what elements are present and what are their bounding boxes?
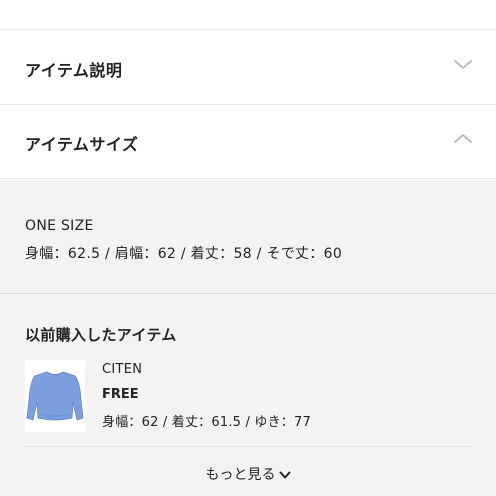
item-divider [25,446,471,447]
accordion-size-title: アイテムサイズ [25,135,139,154]
product-brand: CITEN [102,362,143,377]
product-size: FREE [102,387,139,402]
accordion-item-description[interactable]: アイテム説明 [0,31,496,105]
product-thumbnail[interactable] [25,360,85,432]
chevron-down-icon [279,471,290,479]
see-more-button[interactable]: もっと見る [0,464,496,484]
chevron-up-icon [454,134,472,143]
accordion-description-title: アイテム説明 [25,61,123,80]
previous-purchase-item[interactable]: CITEN FREE 身幅：62 / 着丈：61.5 / ゆき：77 [25,360,471,440]
sweater-image [26,371,84,421]
size-panel: ONE SIZE 身幅：62.5 / 肩幅：62 / 着丈：58 / そで丈：6… [0,180,496,496]
previous-purchases-title: 以前購入したアイテム [25,326,177,344]
accordion-item-size[interactable]: アイテムサイズ [0,105,496,179]
size-name: ONE SIZE [25,218,94,234]
section-divider [0,293,496,294]
top-spacer [0,0,496,30]
size-measurements: 身幅：62.5 / 肩幅：62 / 着丈：58 / そで丈：60 [25,246,343,262]
chevron-down-icon [454,60,472,69]
product-measurements: 身幅：62 / 着丈：61.5 / ゆき：77 [102,415,311,430]
see-more-label: もっと見る [205,467,276,483]
